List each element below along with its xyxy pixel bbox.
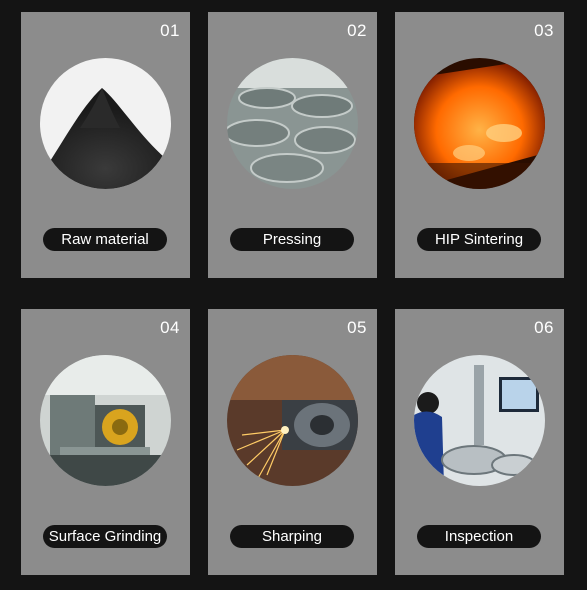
step-label: HIP Sintering [417, 228, 541, 251]
step-number: 05 [347, 318, 367, 337]
process-card-surface-grinding: 04 Surface Grinding [21, 309, 190, 575]
sintering-furnace-photo [414, 58, 545, 189]
step-number: 04 [160, 318, 180, 337]
sparks-grinding-photo [227, 355, 358, 486]
step-label: Pressing [230, 228, 354, 251]
step-label: Surface Grinding [43, 525, 167, 548]
step-label: Sharping [230, 525, 354, 548]
powder-pile-photo [40, 58, 171, 189]
step-label: Raw material [43, 228, 167, 251]
step-number: 06 [534, 318, 554, 337]
inspection-station-photo [414, 355, 545, 486]
process-card-hip-sintering: 03 HIP Sintering [395, 12, 564, 278]
process-card-raw-material: 01 Raw material [21, 12, 190, 278]
step-number: 02 [347, 21, 367, 40]
grinding-machine-photo [40, 355, 171, 486]
process-card-inspection: 06 Inspection [395, 309, 564, 575]
process-card-pressing: 02 Pressing [208, 12, 377, 278]
process-card-sharping: 05 Sharping [208, 309, 377, 575]
step-number: 01 [160, 21, 180, 40]
step-label: Inspection [417, 525, 541, 548]
pressed-discs-photo [227, 58, 358, 189]
step-number: 03 [534, 21, 554, 40]
